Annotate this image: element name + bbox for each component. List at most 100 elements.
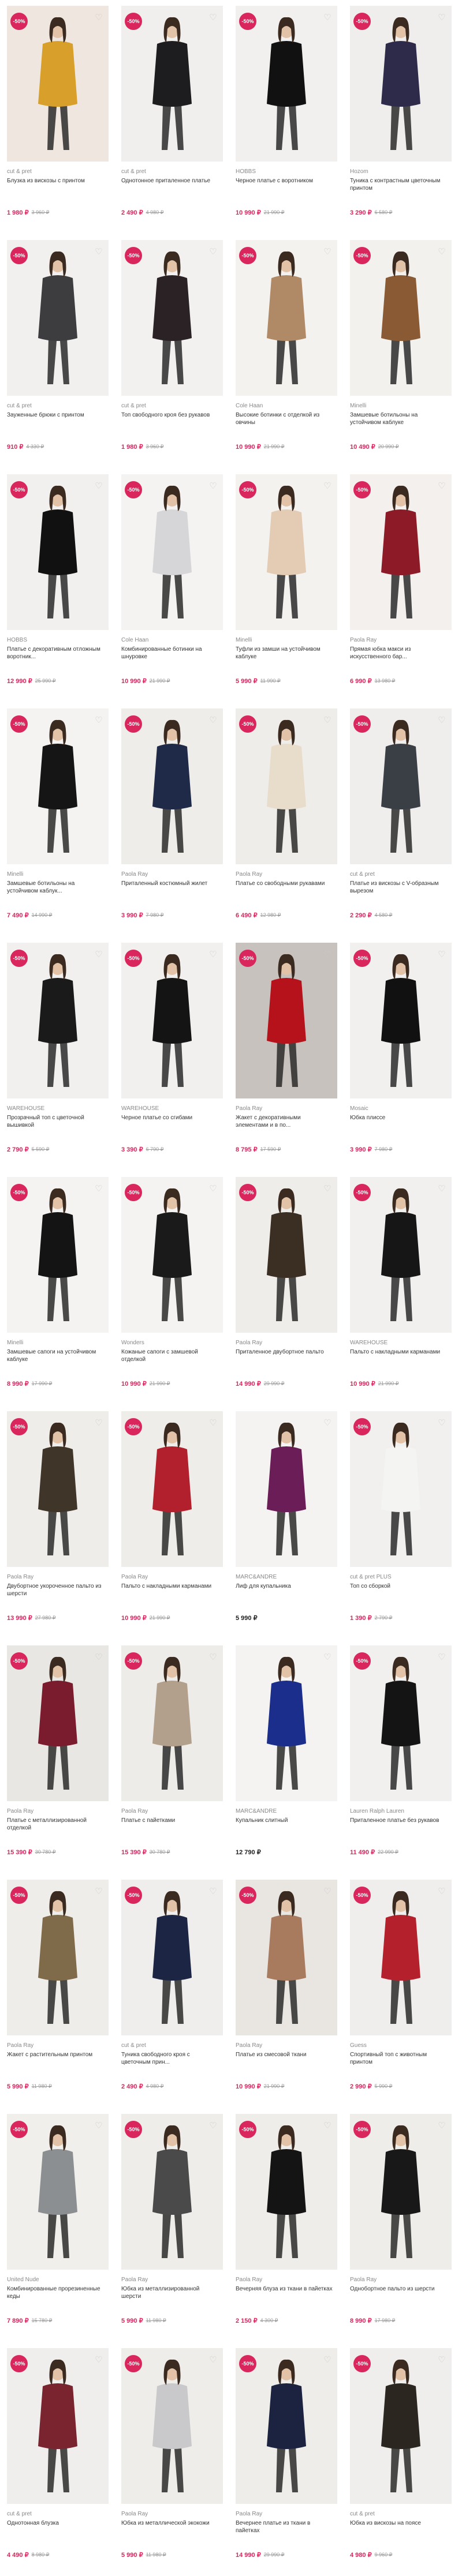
product-card[interactable]: -50% ♡ Paola Ray Вечерняя блуза из ткани в … [236,2114,337,2342]
product-card[interactable]: -50% ♡ Minelli Замшевые ботильоны на устойч… [350,240,452,468]
heart-outline-icon[interactable]: ♡ [94,1418,104,1428]
product-card[interactable]: -50% ♡ Paola Ray Платье из смесовой ткани 10… [236,1880,337,2108]
product-title[interactable]: Платье с декоративным отложным воротник.… [7,646,105,661]
product-title[interactable]: Двубортное укороченное пальто из шерсти [7,1583,105,1598]
product-photo[interactable]: -50% ♡ [121,1880,223,2035]
product-title[interactable]: Зауженные брюки с принтом [7,411,105,419]
product-photo[interactable]: -50% ♡ [7,943,109,1098]
product-title[interactable]: Прозрачный топ с цветочной вышивкой [7,1114,105,1129]
product-photo[interactable]: -50% ♡ [350,1645,452,1801]
heart-outline-icon[interactable]: ♡ [208,1184,218,1194]
product-card[interactable]: -50% ♡ Minelli Туфли из замши на устойчивом… [236,474,337,702]
product-title[interactable]: Замшевые сапоги на устойчивом каблуке [7,1348,105,1363]
product-title[interactable]: Приталенное двубортное пальто [236,1348,334,1356]
product-card[interactable]: -50% ♡ Hozom Туника с контрастным цветочным… [350,6,452,234]
product-title[interactable]: Топ свободного кроя без рукавов [121,411,219,419]
heart-outline-icon[interactable]: ♡ [437,13,447,23]
heart-outline-icon[interactable]: ♡ [94,2355,104,2365]
product-card[interactable]: -50% ♡ WAREHOUSE Пальто с накладными карман… [350,1177,452,1405]
product-photo[interactable]: -50% ♡ [121,1645,223,1801]
product-photo[interactable]: -50% ♡ [121,943,223,1098]
heart-outline-icon[interactable]: ♡ [437,1652,447,1663]
product-title[interactable]: Вечернее платье из ткани в пайетках [236,2519,334,2534]
product-photo[interactable]: -50% ♡ [7,2348,109,2504]
product-photo[interactable]: -50% ♡ [350,1177,452,1333]
product-photo[interactable]: -50% ♡ [7,240,109,396]
heart-outline-icon[interactable]: ♡ [322,715,333,726]
product-card[interactable]: ♡ MARC&ANDRE Купальник слитный 12 790 ₽ [236,1645,337,1873]
product-photo[interactable]: -50% ♡ [7,1177,109,1333]
product-title[interactable]: Блузка из вискозы с принтом [7,177,105,185]
product-title[interactable]: Лиф для купальника [236,1583,334,1590]
heart-outline-icon[interactable]: ♡ [322,1887,333,1897]
heart-outline-icon[interactable]: ♡ [322,13,333,23]
product-title[interactable]: Топ со сборкой [350,1583,448,1590]
product-photo[interactable]: -50% ♡ [350,1880,452,2035]
heart-outline-icon[interactable]: ♡ [437,2355,447,2365]
product-photo[interactable]: -50% ♡ [236,943,337,1098]
product-card[interactable]: -50% ♡ cut & pret Топ свободного кроя без р… [121,240,223,468]
product-title[interactable]: Платье из смесовой ткани [236,2051,334,2058]
product-photo[interactable]: -50% ♡ [121,6,223,162]
product-card[interactable]: -50% ♡ Paola Ray Платье со свободными рукав… [236,708,337,936]
product-title[interactable]: Платье из вискозы с V-образным вырезом [350,880,448,895]
heart-outline-icon[interactable]: ♡ [94,950,104,960]
heart-outline-icon[interactable]: ♡ [208,247,218,257]
product-title[interactable]: Спортивный топ с животным принтом [350,2051,448,2066]
product-photo[interactable]: -50% ♡ [236,1880,337,2035]
product-card[interactable]: -50% ♡ WAREHOUSE Черное платье со сгибами 3 … [121,943,223,1171]
product-card[interactable]: -50% ♡ cut & pret Зауженные брюки с принтом… [7,240,109,468]
product-title[interactable]: Однотонное приталенное платье [121,177,219,185]
heart-outline-icon[interactable]: ♡ [208,1418,218,1428]
product-photo[interactable]: -50% ♡ [350,474,452,630]
product-photo[interactable]: -50% ♡ [121,474,223,630]
product-card[interactable]: -50% ♡ HOBBS Черное платье с воротником 10 9… [236,6,337,234]
product-card[interactable]: -50% ♡ Paola Ray Платье с металлизированной… [7,1645,109,1873]
product-card[interactable]: ♡ MARC&ANDRE Лиф для купальника 5 990 ₽ [236,1411,337,1639]
product-card[interactable]: -50% ♡ Paola Ray Пальто с накладными карман… [121,1411,223,1639]
product-title[interactable]: Вечерняя блуза из ткани в пайетках [236,2285,334,2293]
heart-outline-icon[interactable]: ♡ [322,481,333,492]
product-card[interactable]: -50% ♡ Lauren Ralph Lauren Приталенное плат… [350,1645,452,1873]
heart-outline-icon[interactable]: ♡ [437,2121,447,2131]
product-card[interactable]: -50% ♡ Cole Haan Высокие ботинки с отделкой… [236,240,337,468]
heart-outline-icon[interactable]: ♡ [437,1184,447,1194]
product-card[interactable]: -50% ♡ Paola Ray Прямая юбка макси из искус… [350,474,452,702]
product-title[interactable]: Жакет с декоративными элементами и в по.… [236,1114,334,1129]
product-photo[interactable]: -50% ♡ [236,240,337,396]
product-title[interactable]: Черное платье со сгибами [121,1114,219,1122]
product-title[interactable]: Туника с контрастным цветочным принтом [350,177,448,192]
product-title[interactable]: Туфли из замши на устойчивом каблуке [236,646,334,661]
product-title[interactable]: Кожаные сапоги с замшевой отделкой [121,1348,219,1363]
product-photo[interactable]: -50% ♡ [121,2348,223,2504]
product-title[interactable]: Прямая юбка макси из искусственного бар.… [350,646,448,661]
heart-outline-icon[interactable]: ♡ [322,950,333,960]
product-card[interactable]: -50% ♡ cut & pret Платье из вискозы с V-обр… [350,708,452,936]
product-photo[interactable]: -50% ♡ [236,6,337,162]
product-title[interactable]: Комбинированные ботинки на шнуровке [121,646,219,661]
product-photo[interactable]: -50% ♡ [236,2114,337,2270]
product-title[interactable]: Замшевые ботильоны на устойчивом каблуке [350,411,448,426]
product-title[interactable]: Приталенное платье без рукавов [350,1817,448,1824]
product-photo[interactable]: -50% ♡ [121,240,223,396]
product-card[interactable]: -50% ♡ HOBBS Платье с декоративным отложным… [7,474,109,702]
product-photo[interactable]: -50% ♡ [7,474,109,630]
product-photo[interactable]: -50% ♡ [121,2114,223,2270]
product-card[interactable]: -50% ♡ Guess Спортивный топ с животным прин… [350,1880,452,2108]
product-photo[interactable]: -50% ♡ [121,1177,223,1333]
heart-outline-icon[interactable]: ♡ [208,1887,218,1897]
heart-outline-icon[interactable]: ♡ [208,950,218,960]
heart-outline-icon[interactable]: ♡ [437,481,447,492]
product-photo[interactable]: -50% ♡ [350,2348,452,2504]
product-title[interactable]: Однотонная блузка [7,2519,105,2527]
product-photo[interactable]: ♡ [236,1645,337,1801]
product-photo[interactable]: -50% ♡ [350,1411,452,1567]
product-card[interactable]: -50% ♡ cut & pret PLUS Топ со сборкой 1 390 … [350,1411,452,1639]
product-photo[interactable]: -50% ♡ [121,708,223,864]
product-card[interactable]: -50% ♡ Paola Ray Приталенный костюмный жиле… [121,708,223,936]
heart-outline-icon[interactable]: ♡ [437,247,447,257]
product-card[interactable]: -50% ♡ Paola Ray Юбка из металлической экок… [121,2348,223,2576]
product-photo[interactable]: -50% ♡ [350,943,452,1098]
product-title[interactable]: Платье со свободными рукавами [236,880,334,887]
heart-outline-icon[interactable]: ♡ [322,1418,333,1428]
